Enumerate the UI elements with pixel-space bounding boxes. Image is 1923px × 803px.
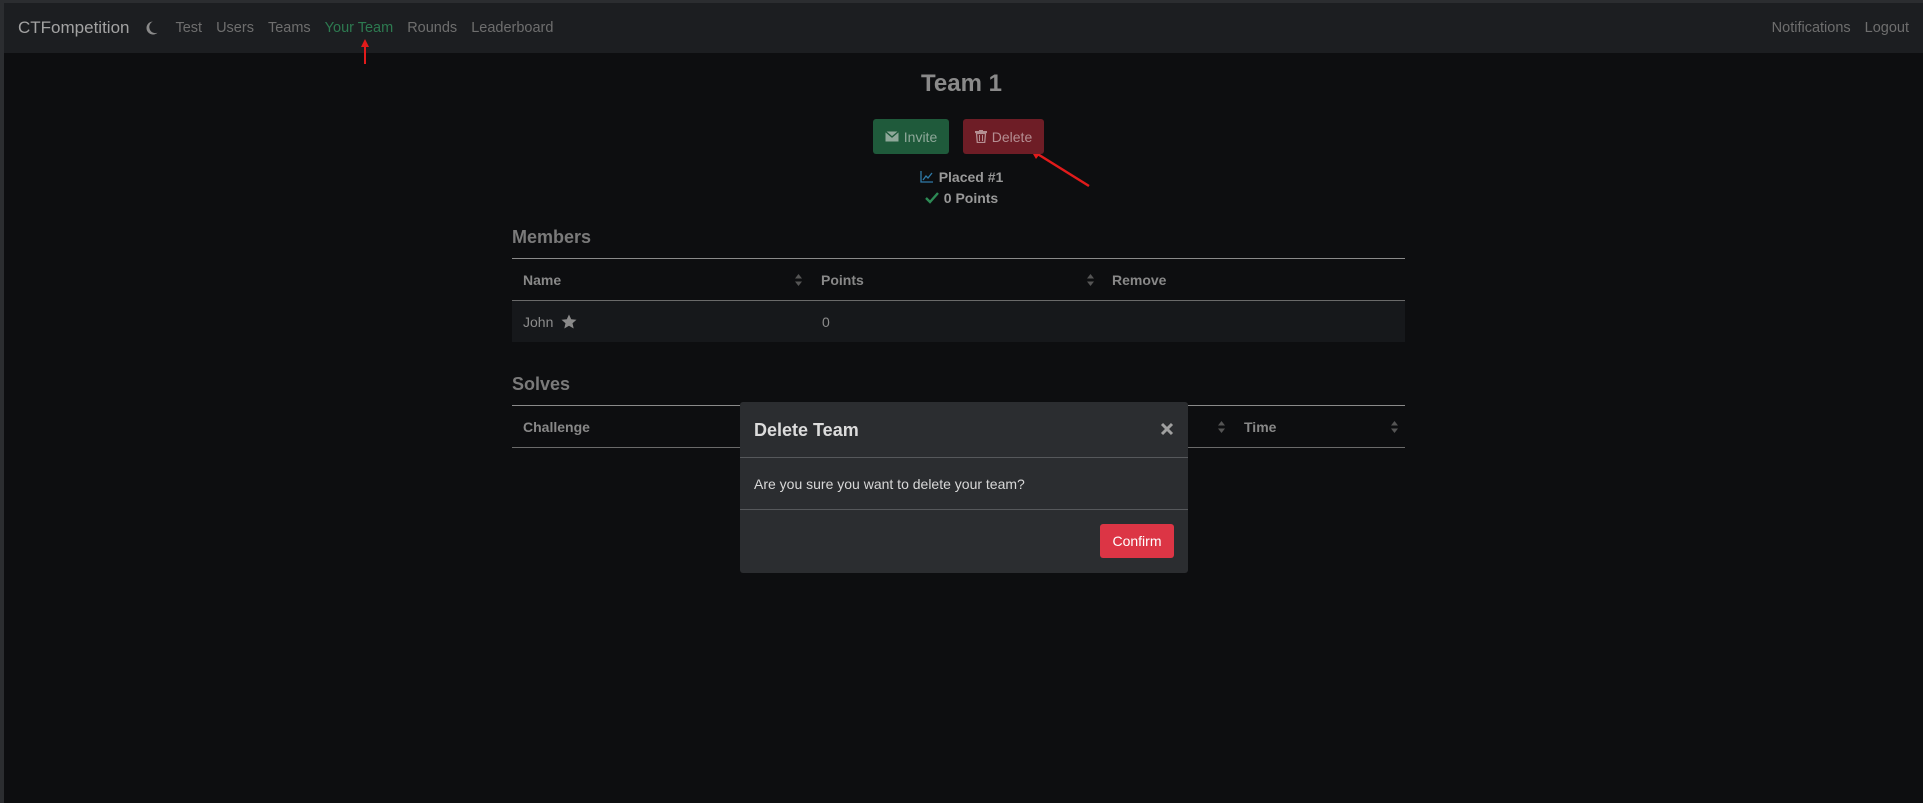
- navbar: CTFompetition Test Users Teams Your Team…: [4, 3, 1923, 53]
- member-name-cell: John: [523, 301, 577, 342]
- members-table: Name Points Remove John 0: [512, 258, 1405, 342]
- close-icon[interactable]: [1160, 422, 1174, 436]
- invite-button[interactable]: Invite: [873, 119, 949, 154]
- trash-icon: [974, 130, 987, 143]
- nav-link-leaderboard[interactable]: Leaderboard: [471, 20, 553, 36]
- sort-icon[interactable]: [1086, 273, 1095, 287]
- col-time-header[interactable]: Time: [1244, 406, 1276, 448]
- nav-link-logout[interactable]: Logout: [1865, 20, 1909, 36]
- delete-team-modal: Delete Team Are you sure you want to del…: [740, 402, 1188, 573]
- invite-label: Invite: [903, 128, 938, 145]
- nav-links: Test Users Teams Your Team Rounds Leader…: [175, 20, 567, 36]
- team-placement: Placed #1: [0, 169, 1923, 185]
- modal-header: Delete Team: [740, 402, 1188, 458]
- team-title: Team 1: [921, 70, 1002, 97]
- nav-link-rounds[interactable]: Rounds: [407, 20, 457, 36]
- col-challenge-header[interactable]: Challenge: [523, 406, 590, 448]
- col-remove-header: Remove: [1112, 272, 1167, 288]
- brand-link[interactable]: CTFompetition: [18, 18, 129, 38]
- placement-text: Placed #1: [938, 169, 1004, 185]
- chart-icon: [920, 171, 933, 183]
- nav-link-teams[interactable]: Teams: [268, 20, 311, 36]
- member-points: 0: [822, 313, 830, 330]
- nav-link-users[interactable]: Users: [216, 20, 254, 36]
- col-points-header[interactable]: Points: [821, 259, 864, 301]
- window-border-left: [0, 0, 4, 803]
- member-name[interactable]: John: [523, 314, 553, 330]
- sort-icon[interactable]: [1217, 420, 1226, 434]
- delete-button[interactable]: Delete: [963, 119, 1044, 154]
- nav-link-test[interactable]: Test: [175, 20, 202, 36]
- modal-body: Are you sure you want to delete your tea…: [740, 458, 1188, 510]
- dark-mode-moon-icon[interactable]: [143, 20, 159, 36]
- delete-label: Delete: [991, 128, 1033, 145]
- confirm-button[interactable]: Confirm: [1100, 524, 1174, 558]
- solves-heading: Solves: [512, 374, 571, 394]
- nav-link-your-team[interactable]: Your Team: [325, 20, 394, 36]
- check-icon: [924, 192, 939, 204]
- table-row: John 0: [512, 301, 1405, 342]
- envelope-icon: [884, 131, 899, 142]
- captain-star-icon: [561, 314, 577, 329]
- sort-icon[interactable]: [1390, 420, 1399, 434]
- members-heading: Members: [512, 227, 592, 247]
- team-points: 0 Points: [0, 190, 1923, 206]
- modal-title: Delete Team: [754, 420, 859, 440]
- nav-right: Notifications Logout: [1772, 20, 1923, 36]
- nav-link-notifications[interactable]: Notifications: [1772, 20, 1851, 36]
- sort-icon[interactable]: [794, 273, 803, 287]
- modal-message: Are you sure you want to delete your tea…: [754, 476, 1025, 492]
- points-text: 0 Points: [943, 190, 999, 206]
- col-name-header[interactable]: Name: [523, 259, 561, 301]
- members-table-header: Name Points Remove: [512, 259, 1405, 301]
